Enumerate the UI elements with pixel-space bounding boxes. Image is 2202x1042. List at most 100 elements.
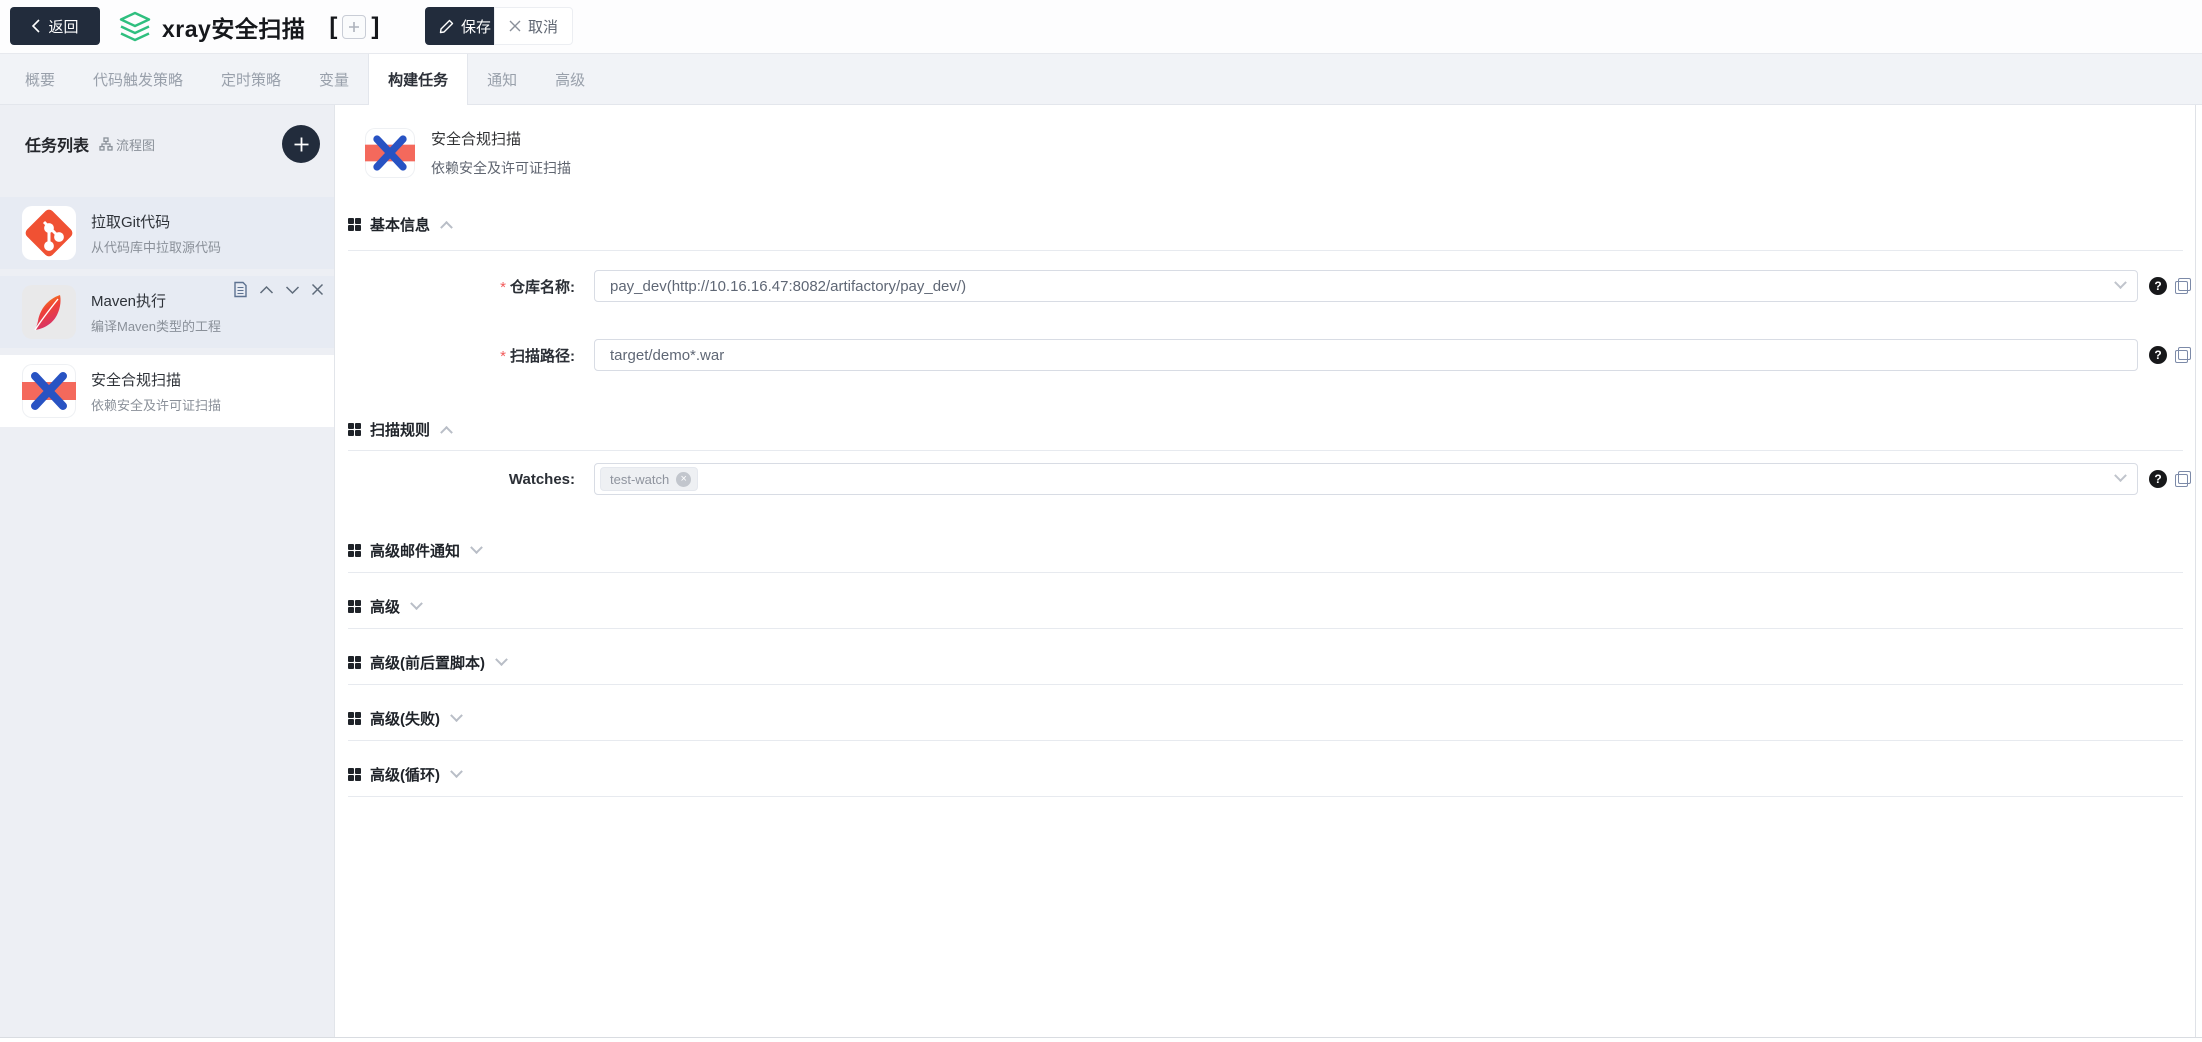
section-grid-icon [348,423,361,436]
chevron-down-icon [450,709,463,722]
repo-name-row: *仓库名称: pay_dev(http://10.16.16.47:8082/a… [336,270,2195,302]
divider [348,628,2183,629]
chevron-down-icon [2114,276,2127,289]
move-up-icon[interactable] [259,285,274,295]
task-item-xray-scan[interactable]: 安全合规扫描 依赖安全及许可证扫描 [0,355,334,427]
flowchart-icon [99,137,113,151]
flowchart-link[interactable]: 流程图 [99,135,155,154]
back-button[interactable]: 返回 [10,7,100,45]
task-desc: 编译Maven类型的工程 [91,316,221,335]
add-in-title-button[interactable] [342,15,366,39]
section-title: 高级(循环) [370,764,440,785]
app-window: 返回 xray安全扫描 [ ] [0,0,2202,1042]
section-advanced-failure[interactable]: 高级(失败) [348,704,2195,732]
task-header: 安全合规扫描 依赖安全及许可证扫描 [336,105,2195,178]
repo-name-select[interactable]: pay_dev(http://10.16.16.47:8082/artifact… [594,270,2138,302]
section-grid-icon [348,768,361,781]
section-advanced[interactable]: 高级 [348,592,2195,620]
task-desc: 从代码库中拉取源代码 [91,237,221,256]
tab-advanced[interactable]: 高级 [536,54,604,104]
add-task-button[interactable] [282,125,320,163]
tab-code-trigger-policy[interactable]: 代码触发策略 [74,54,202,104]
divider [348,684,2183,685]
maven-icon [22,285,76,339]
chevron-down-icon [470,541,483,554]
tab-overview[interactable]: 概要 [6,54,74,104]
divider [348,740,2183,741]
task-title: 拉取Git代码 [91,211,221,232]
watches-label: Watches: [336,471,575,488]
section-basic-info[interactable]: 基本信息 [348,210,2195,238]
section-title: 高级(前后置脚本) [370,652,485,673]
watches-row: Watches: test-watch × ? [336,463,2195,495]
task-item-maven[interactable]: Maven执行 编译Maven类型的工程 [0,276,334,348]
divider [348,450,2183,451]
section-grid-icon [348,600,361,613]
chevron-down-icon [495,653,508,666]
watch-tag-label: test-watch [610,472,669,487]
required-marker: * [500,348,506,365]
plus-icon [293,136,310,153]
flowchart-label: 流程图 [116,135,155,154]
save-button-label: 保存 [461,16,491,37]
tab-notification[interactable]: 通知 [468,54,536,104]
required-marker: * [500,279,506,296]
copy-task-icon[interactable] [233,281,248,298]
scan-path-label: *扫描路径: [336,345,575,366]
watches-select[interactable]: test-watch × [594,463,2138,495]
help-icon[interactable]: ? [2149,346,2167,364]
chevron-down-icon [2114,469,2127,482]
section-grid-icon [348,218,361,231]
delete-task-icon[interactable] [311,283,324,296]
section-scan-rules[interactable]: 扫描规则 [348,415,2195,443]
section-title: 扫描规则 [370,419,430,440]
chevron-up-icon [440,220,453,233]
task-item-git-pull[interactable]: 拉取Git代码 从代码库中拉取源代码 [0,197,334,269]
panel-right-edge [2195,105,2196,1037]
task-header-title: 安全合规扫描 [431,128,571,149]
task-actions [233,281,324,298]
task-config-panel: 安全合规扫描 依赖安全及许可证扫描 基本信息 *仓库名称: pay_dev(ht… [336,105,2195,1037]
save-button[interactable]: 保存 [425,7,505,45]
scan-path-input[interactable] [594,339,2138,371]
chevron-up-icon [440,425,453,438]
tab-variables[interactable]: 变量 [300,54,368,104]
tab-build-tasks[interactable]: 构建任务 [368,54,468,104]
divider [348,796,2183,797]
git-icon [22,206,76,260]
copy-icon[interactable] [2175,347,2191,363]
section-advanced-loop[interactable]: 高级(循环) [348,760,2195,788]
section-advanced-mail[interactable]: 高级邮件通知 [348,536,2195,564]
task-header-subtitle: 依赖安全及许可证扫描 [431,158,571,178]
cancel-button[interactable]: 取消 [494,7,573,45]
task-desc: 依赖安全及许可证扫描 [91,395,221,414]
panel-bottom-edge [0,1037,2202,1038]
copy-icon[interactable] [2175,471,2191,487]
tab-schedule-policy[interactable]: 定时策略 [202,54,300,104]
repo-name-label: *仓库名称: [336,276,575,297]
move-down-icon[interactable] [285,285,300,295]
task-title: Maven执行 [91,290,221,311]
section-advanced-scripts[interactable]: 高级(前后置脚本) [348,648,2195,676]
section-grid-icon [348,712,361,725]
watch-tag: test-watch × [600,467,698,491]
help-icon[interactable]: ? [2149,277,2167,295]
divider [348,572,2183,573]
topbar: 返回 xray安全扫描 [ ] [0,0,2202,53]
tabbar: 概要 代码触发策略 定时策略 变量 构建任务 通知 高级 [0,53,2202,105]
help-icon[interactable]: ? [2149,470,2167,488]
xray-icon [22,364,76,418]
remove-tag-icon[interactable]: × [676,472,691,487]
section-title: 基本信息 [370,214,430,235]
close-icon [509,20,521,32]
copy-icon[interactable] [2175,278,2191,294]
title-bracket-group: [ ] [329,13,379,41]
section-grid-icon [348,544,361,557]
task-title: 安全合规扫描 [91,369,221,390]
bracket-left: [ [329,13,337,41]
page-title: xray安全扫描 [162,10,305,44]
task-list-header: 任务列表 流程图 [0,105,334,183]
divider [348,250,2183,251]
back-button-label: 返回 [48,16,78,37]
task-list-sidebar: 任务列表 流程图 [0,105,335,1037]
